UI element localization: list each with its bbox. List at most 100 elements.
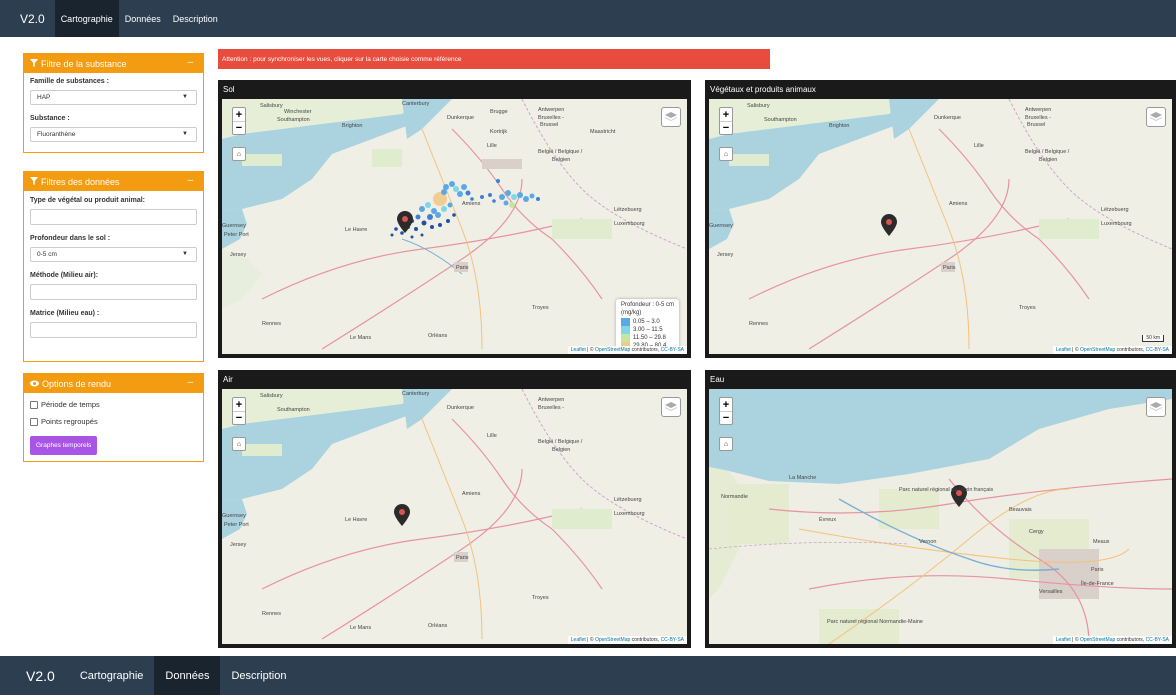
- vegetal-input[interactable]: [30, 209, 197, 225]
- depth-select-value: 0-5 cm: [37, 251, 57, 258]
- place-label: Bruxelles -: [1025, 115, 1051, 121]
- layers-icon[interactable]: [1146, 397, 1166, 417]
- depth-select[interactable]: 0-5 cm ▼: [30, 247, 197, 262]
- layers-icon[interactable]: [661, 397, 681, 417]
- navbar-brand[interactable]: V2.0: [0, 12, 55, 26]
- navbar-brand[interactable]: V2.0: [0, 668, 69, 684]
- place-label: Southampton: [277, 407, 310, 413]
- zoom-control: + −: [719, 397, 733, 425]
- place-label: Évreux: [819, 517, 837, 523]
- map-title-sol: Sol: [223, 85, 235, 94]
- data-filters-box: Filtres des données – Type de végétal ou…: [23, 171, 204, 362]
- legend-label: 3.00 – 11.5: [632, 327, 663, 333]
- map-vegetaux[interactable]: Salisbury Southampton Brighton Dunkerque…: [709, 99, 1172, 354]
- place-label: Lëtzebuerg: [1101, 207, 1129, 213]
- home-icon[interactable]: ⌂: [232, 147, 246, 161]
- place-label: Paris: [1091, 567, 1104, 573]
- app-page: V2.0 Cartographie Données Description Fi…: [0, 0, 1176, 695]
- substance-label: Substance :: [30, 115, 70, 122]
- period-checkbox-row[interactable]: Période de temps: [30, 400, 197, 409]
- place-label: Lille: [487, 143, 497, 149]
- zoom-in-button[interactable]: +: [720, 398, 732, 411]
- zoom-control: + −: [232, 397, 246, 425]
- substance-select[interactable]: Fluoranthène ▼: [30, 127, 197, 142]
- osm-link[interactable]: OpenStreetMap: [1080, 637, 1115, 643]
- place-label: Bruxelles -: [538, 115, 564, 121]
- license-link[interactable]: CC-BY-SA: [661, 347, 684, 353]
- map-scale: 50 km: [1142, 335, 1164, 342]
- zoom-out-button[interactable]: −: [720, 121, 732, 134]
- home-icon[interactable]: ⌂: [719, 437, 733, 451]
- place-label: Dunkerque: [934, 115, 961, 121]
- map-sol[interactable]: Salisbury Winchester Southampton Brighto…: [222, 99, 687, 354]
- tab-donnees[interactable]: Données: [119, 0, 167, 37]
- place-label: Canterbury: [402, 391, 430, 397]
- attribution-text: contributors,: [1115, 637, 1146, 643]
- tab-cartographie[interactable]: Cartographie: [69, 656, 155, 695]
- place-label: Salisbury: [260, 393, 283, 399]
- zoom-out-button[interactable]: −: [233, 411, 245, 424]
- tab-donnees[interactable]: Données: [154, 656, 221, 695]
- layers-icon[interactable]: [1146, 107, 1166, 127]
- collapse-button[interactable]: –: [187, 377, 193, 388]
- osm-link[interactable]: OpenStreetMap: [595, 347, 630, 353]
- map-air[interactable]: Salisbury Southampton Canterbury Dunkerq…: [222, 389, 687, 644]
- leaflet-link[interactable]: Leaflet: [1056, 637, 1071, 643]
- osm-link[interactable]: OpenStreetMap: [595, 637, 630, 643]
- leaflet-link[interactable]: Leaflet: [571, 637, 586, 643]
- sync-warning: Attention : pour synchroniser les vues, …: [218, 49, 770, 69]
- leaflet-link[interactable]: Leaflet: [1056, 347, 1071, 353]
- location-pin-icon[interactable]: [397, 211, 413, 233]
- render-options-box: Options de rendu – Période de temps Poin…: [23, 373, 204, 462]
- place-label: Parc naturel régional Normandie-Maine: [827, 619, 923, 625]
- grouped-checkbox[interactable]: [30, 417, 38, 426]
- substance-filter-header: Filtre de la substance –: [24, 54, 203, 73]
- period-checkbox[interactable]: [30, 400, 38, 409]
- license-link[interactable]: CC-BY-SA: [1146, 347, 1169, 353]
- temporal-graphs-button[interactable]: Graphes temporels: [30, 436, 98, 455]
- method-input[interactable]: [30, 284, 197, 300]
- tab-description[interactable]: Description: [167, 0, 224, 37]
- license-link[interactable]: CC-BY-SA: [1146, 637, 1169, 643]
- place-label: Paris: [943, 265, 956, 271]
- place-label: Bruxelles -: [538, 405, 564, 411]
- home-icon[interactable]: ⌂: [719, 147, 733, 161]
- place-label: Salisbury: [260, 103, 283, 109]
- map-eau[interactable]: La Manche Normandie Parc naturel régiona…: [709, 389, 1172, 644]
- legend-swatch: [620, 318, 630, 326]
- location-pin-icon[interactable]: [881, 214, 897, 236]
- zoom-in-button[interactable]: +: [720, 108, 732, 121]
- attribution-text: contributors,: [630, 637, 661, 643]
- legend-swatch: [620, 334, 630, 342]
- sol-legend: Profondeur : 0-5 cm (mg/kg) 0.05 – 3.0 3…: [615, 299, 679, 353]
- place-label: Parc naturel régional du Vexin français: [899, 487, 994, 493]
- osm-link[interactable]: OpenStreetMap: [1080, 347, 1115, 353]
- grouped-checkbox-row[interactable]: Points regroupés: [30, 417, 197, 426]
- leaflet-link[interactable]: Leaflet: [571, 347, 586, 353]
- collapse-button[interactable]: –: [187, 57, 193, 68]
- place-label: België / Belgique /: [1025, 149, 1070, 155]
- license-link[interactable]: CC-BY-SA: [661, 637, 684, 643]
- attribution-text: contributors,: [1115, 347, 1146, 353]
- matrix-input[interactable]: [30, 322, 197, 338]
- place-label: Le Mans: [350, 335, 372, 341]
- location-pin-icon[interactable]: [394, 504, 410, 526]
- zoom-out-button[interactable]: −: [233, 121, 245, 134]
- collapse-button[interactable]: –: [187, 175, 193, 186]
- family-select[interactable]: HAP ▼: [30, 90, 197, 105]
- legend-label: 0.05 – 3.0: [632, 319, 660, 325]
- place-label: Orléans: [428, 623, 448, 629]
- place-label: Rennes: [749, 321, 768, 327]
- home-icon[interactable]: ⌂: [232, 437, 246, 451]
- place-label: Peter Port: [224, 522, 249, 528]
- zoom-in-button[interactable]: +: [233, 108, 245, 121]
- zoom-in-button[interactable]: +: [233, 398, 245, 411]
- family-select-value: HAP: [37, 94, 51, 101]
- zoom-out-button[interactable]: −: [720, 411, 732, 424]
- tab-cartographie[interactable]: Cartographie: [54, 0, 119, 37]
- layers-icon[interactable]: [661, 107, 681, 127]
- tab-description[interactable]: Description: [220, 656, 297, 695]
- caret-down-icon: ▼: [182, 131, 188, 137]
- place-label: Cergy: [1029, 529, 1044, 535]
- data-filters-title: Filtres des données: [41, 176, 120, 187]
